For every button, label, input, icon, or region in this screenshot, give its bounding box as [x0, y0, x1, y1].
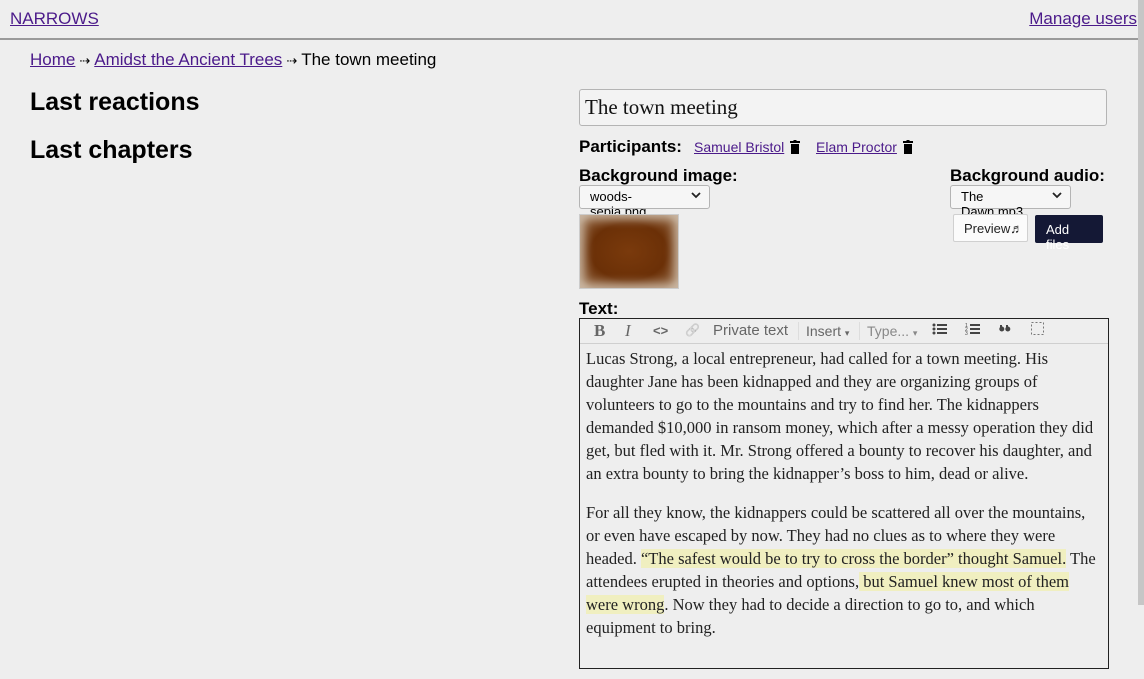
manage-users-link[interactable]: Manage users [1029, 9, 1137, 29]
insert-menu[interactable]: Insert ▾ [806, 323, 849, 339]
scrollbar[interactable] [1138, 0, 1144, 605]
ordered-list-icon[interactable]: 123 [965, 322, 980, 340]
background-image-select[interactable]: woods-sepia.png [579, 185, 710, 219]
top-navbar: NARROWS Manage users [0, 0, 1138, 40]
add-files-button[interactable]: Add files [1035, 215, 1103, 252]
code-icon[interactable]: <> [653, 323, 668, 338]
trash-icon[interactable] [790, 140, 801, 154]
italic-icon[interactable]: I [625, 321, 631, 341]
caret-down-icon: ▾ [844, 328, 850, 338]
chevron-down-icon [1052, 191, 1062, 202]
bullet-list-icon[interactable] [932, 322, 947, 340]
brand-link[interactable]: NARROWS [10, 9, 99, 29]
bold-icon[interactable]: B [594, 321, 605, 341]
breadcrumb: Home ⇢ Amidst the Ancient Trees ⇢ The town m… [30, 50, 436, 70]
breadcrumb-separator-icon: ⇢ [79, 53, 91, 68]
background-image-label: Background image: [579, 166, 738, 185]
select-block-icon[interactable] [1031, 322, 1044, 339]
breadcrumb-story-link[interactable]: Amidst the Ancient Trees [94, 50, 282, 69]
participant-link[interactable]: Elam Proctor [816, 139, 897, 155]
editor-toolbar: B I <> 🔗 Private text Insert ▾ Type... ▾… [580, 319, 1108, 344]
text-label: Text: [579, 299, 619, 318]
link-icon[interactable]: 🔗 [685, 323, 700, 337]
chevron-down-icon [691, 191, 701, 202]
background-audio-select[interactable]: The Dawn.mp3 [950, 185, 1071, 219]
breadcrumb-separator-icon: ⇢ [286, 53, 298, 68]
paragraph: For all they know, the kidnappers could … [586, 503, 1096, 637]
chapter-title-input[interactable] [579, 89, 1107, 126]
last-reactions-heading: Last reactions [30, 88, 200, 116]
svg-text:3: 3 [965, 331, 968, 336]
editor-content[interactable]: Lucas Strong, a local entrepreneur, had … [580, 344, 1108, 658]
participant-chip: Elam Proctor [816, 139, 913, 155]
trash-icon[interactable] [902, 140, 913, 154]
background-image-thumbnail [579, 214, 679, 289]
preview-audio-button[interactable]: Preview♬ [953, 214, 1028, 242]
breadcrumb-home-link[interactable]: Home [30, 50, 75, 69]
toolbar-divider [798, 322, 799, 340]
block-type-menu[interactable]: Type... ▾ [867, 323, 917, 339]
highlighted-text: “The safest would be to try to cross the… [640, 549, 1067, 568]
toolbar-divider [859, 322, 860, 340]
private-text-button[interactable]: Private text [713, 322, 788, 339]
quote-icon[interactable] [999, 322, 1011, 339]
text-editor[interactable]: B I <> 🔗 Private text Insert ▾ Type... ▾… [579, 318, 1109, 669]
last-chapters-heading: Last chapters [30, 136, 193, 164]
background-audio-label: Background audio: [950, 166, 1105, 185]
paragraph: Lucas Strong, a local entrepreneur, had … [586, 349, 1094, 483]
breadcrumb-current: The town meeting [301, 50, 437, 69]
participants-label: Participants: [579, 137, 682, 156]
participant-link[interactable]: Samuel Bristol [694, 139, 784, 155]
participant-chip: Samuel Bristol [694, 139, 801, 155]
caret-down-icon: ▾ [912, 328, 918, 338]
